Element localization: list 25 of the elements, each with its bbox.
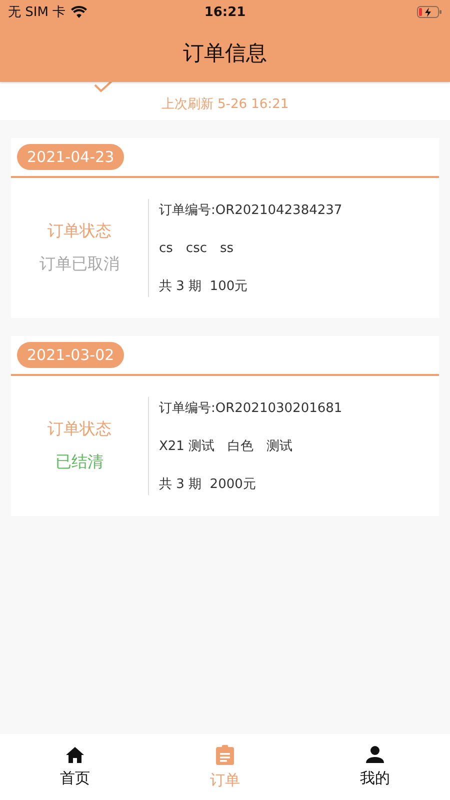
order-card[interactable]: 2021-04-23 订单状态 订单已取消 订单编号:OR2021042384237 cs csc ss 共 3 期 100元 (11, 138, 439, 318)
date-badge: 2021-03-02 (17, 342, 124, 368)
wifi-icon (70, 6, 87, 18)
order-total: 共 3 期 2000元 (159, 476, 257, 493)
page-title: 订单信息 (183, 40, 267, 67)
order-items: X21 测试 白色 测试 (159, 438, 294, 455)
order-number: 订单编号:OR2021042384237 (159, 202, 342, 219)
order-status: 订单已取消 (40, 254, 120, 275)
order-items: cs csc ss (159, 240, 235, 257)
clipboard-icon (216, 744, 234, 764)
battery-icon (417, 6, 442, 18)
tab-item[interactable]: 我的 (300, 734, 450, 800)
home-icon (66, 746, 84, 762)
last-refresh-time: 上次刷新 5-26 16:21 (161, 96, 289, 113)
status-label: 订单状态 (48, 221, 112, 242)
date-badge: 2021-04-23 (17, 144, 124, 170)
order-total: 共 3 期 100元 (159, 278, 249, 295)
person-icon (366, 746, 384, 763)
order-number: 订单编号:OR2021030201681 (159, 400, 342, 417)
order-card[interactable]: 2021-03-02 订单状态 已结清 订单编号:OR2021030201681 X21 测试 白色 测试 共 3 期 2000元 (11, 336, 439, 516)
tab-item[interactable]: 首页 (0, 734, 150, 800)
clock-time: 16:21 (204, 4, 246, 20)
carrier-label: 无 SIM 卡 (8, 4, 66, 21)
order-status: 已结清 (56, 452, 104, 473)
status-label: 订单状态 (48, 419, 112, 440)
